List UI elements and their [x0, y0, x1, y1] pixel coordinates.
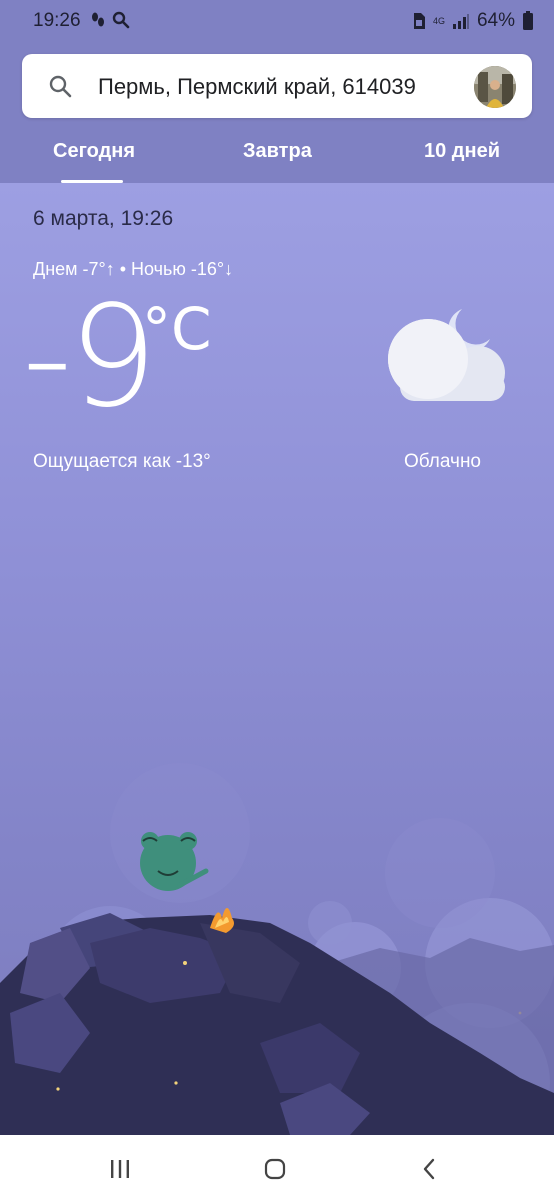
cloudy-night-icon	[388, 309, 505, 401]
current-temperature: -9	[22, 276, 158, 439]
status-time: 19:26	[33, 10, 81, 31]
battery-icon	[523, 11, 533, 30]
mountain-rocks	[0, 832, 554, 1135]
condition-text: Облачно	[404, 451, 482, 472]
recent-apps-icon[interactable]	[108, 1157, 132, 1181]
steps-icon	[92, 12, 104, 27]
search-icon	[112, 11, 130, 29]
temperature-unit[interactable]: °C	[142, 295, 212, 363]
date-time: 6 марта, 19:26	[33, 207, 174, 230]
sim-icon	[413, 13, 425, 29]
status-bar: 19:26 4G 64%	[0, 0, 554, 44]
home-icon[interactable]	[263, 1157, 287, 1181]
system-nav-bar	[0, 1135, 554, 1200]
signal-icon	[452, 14, 469, 29]
location-text[interactable]: Пермь, Пермский край, 614039	[98, 74, 416, 100]
tab-today[interactable]: Сегодня	[53, 140, 135, 163]
feels-like: Ощущается как -13°	[33, 451, 211, 472]
network-type: 4G	[432, 15, 445, 26]
battery-percent: 64%	[476, 10, 515, 31]
back-icon[interactable]	[418, 1157, 442, 1181]
forecast-tabs: Сегодня Завтра 10 дней	[0, 128, 554, 183]
search-icon[interactable]	[48, 74, 72, 98]
tab-10-days[interactable]: 10 дней	[424, 140, 500, 163]
location-search-bar[interactable]: Пермь, Пермский край, 614039	[22, 54, 532, 118]
weather-panel: 6 марта, 19:26 Днем -7°↑ • Ночью -16°↓ -…	[0, 183, 554, 1135]
avatar[interactable]	[474, 66, 516, 108]
tab-tomorrow[interactable]: Завтра	[243, 140, 312, 163]
